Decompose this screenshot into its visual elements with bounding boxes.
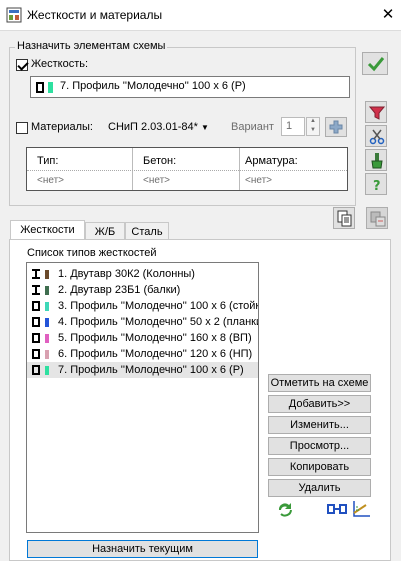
list-item-label: 7. Профиль ''Молодечно'' 100 х 6 (Р) — [58, 364, 244, 376]
color-swatch — [45, 350, 49, 359]
brush-icon — [371, 153, 383, 169]
cut-button[interactable] — [365, 125, 387, 147]
app-icon — [6, 7, 22, 23]
table-value-rebar: <нет> — [245, 175, 273, 186]
stiffness-list-title: Список типов жесткостей — [27, 247, 157, 259]
ok-button[interactable] — [362, 52, 388, 75]
material-table: Тип: Бетон: Арматура: <нет> <нет> <нет> — [26, 147, 348, 191]
i-beam-icon — [32, 285, 40, 295]
variant-spinner[interactable]: ▲ ▼ — [306, 117, 320, 136]
materials-norm-value: СНиП 2.03.01-84* — [108, 121, 198, 133]
tab-stiffness-label: Жесткости — [20, 224, 75, 236]
table-header-concrete: Бетон: — [143, 155, 177, 167]
section-icon — [327, 504, 347, 514]
list-item[interactable]: 2. Двутавр 23Б1 (балки) — [27, 282, 258, 298]
materials-label: Материалы: — [31, 121, 93, 133]
add-button[interactable]: Добавить>> — [268, 395, 371, 413]
paste-button[interactable] — [366, 207, 388, 229]
mark-on-scheme-button[interactable]: Отметить на схеме — [268, 374, 371, 392]
stiffness-label: Жесткость: — [31, 58, 89, 70]
title-bar: Жесткости и материалы ✕ — [0, 0, 401, 31]
tab-rc-label: Ж/Б — [94, 226, 116, 238]
table-value-concrete: <нет> — [143, 175, 171, 186]
assign-group-legend: Назначить элементам схемы — [15, 40, 168, 52]
add-material-button[interactable] — [325, 117, 347, 137]
plus-icon — [329, 120, 343, 134]
stiffness-value: 7. Профиль ''Молодечно'' 100 х 6 (Р) — [60, 80, 246, 92]
axes-icon — [353, 501, 370, 517]
spin-down-icon: ▼ — [310, 127, 316, 133]
table-header-rebar: Арматура: — [245, 155, 298, 167]
stiffness-field[interactable]: 7. Профиль ''Молодечно'' 100 х 6 (Р) — [30, 76, 350, 98]
stiffness-checkbox[interactable] — [16, 59, 28, 71]
color-swatch — [45, 366, 49, 375]
brush-button[interactable] — [365, 149, 387, 171]
refresh-button[interactable] — [276, 501, 294, 517]
scissors-icon — [369, 129, 385, 145]
assign-current-button[interactable]: Назначить текущим — [27, 540, 258, 558]
close-button[interactable]: ✕ — [380, 5, 396, 23]
list-item-selected[interactable]: 7. Профиль ''Молодечно'' 100 х 6 (Р) — [27, 362, 258, 378]
i-beam-icon — [32, 269, 40, 279]
view-button[interactable]: Просмотр... — [268, 437, 371, 455]
filter-button[interactable] — [365, 101, 387, 123]
table-header-type: Тип: — [37, 155, 59, 167]
variant-value: 1 — [286, 120, 293, 132]
list-item[interactable]: 6. Профиль ''Молодечно'' 120 х 6 (НП) — [27, 346, 258, 362]
filter-icon — [369, 106, 385, 120]
box-profile-icon — [32, 333, 40, 343]
materials-norm-dropdown[interactable]: СНиП 2.03.01-84* ▼ — [108, 121, 209, 133]
spin-up-icon: ▲ — [310, 118, 316, 124]
delete-button[interactable]: Удалить — [268, 479, 371, 497]
box-profile-icon — [32, 349, 40, 359]
list-item[interactable]: 5. Профиль ''Молодечно'' 160 х 8 (ВП) — [27, 330, 258, 346]
chevron-down-icon: ▼ — [200, 123, 209, 132]
edit-button[interactable]: Изменить... — [268, 416, 371, 434]
stiffness-color-icon — [48, 82, 53, 93]
refresh-icon — [278, 503, 292, 517]
paste-icon — [370, 211, 386, 227]
list-item-label: 3. Профиль ''Молодечно'' 100 х 6 (стойк — [58, 300, 259, 312]
color-swatch — [45, 318, 49, 327]
list-item-label: 4. Профиль ''Молодечно'' 50 х 2 (планки) — [58, 316, 259, 328]
check-icon — [367, 57, 385, 72]
list-item-label: 5. Профиль ''Молодечно'' 160 х 8 (ВП) — [58, 332, 252, 344]
box-profile-icon — [32, 365, 40, 375]
tab-stiffness[interactable]: Жесткости — [10, 220, 85, 240]
box-profile-icon — [32, 317, 40, 327]
box-profile-icon — [32, 301, 40, 311]
help-icon: ? — [373, 179, 381, 193]
box-profile-icon — [36, 82, 44, 93]
list-item-label: 6. Профиль ''Молодечно'' 120 х 6 (НП) — [58, 348, 253, 360]
table-value-type: <нет> — [37, 175, 65, 186]
copy-icon — [337, 210, 352, 227]
svg-text:?: ? — [373, 179, 381, 193]
copy-type-button[interactable]: Копировать — [268, 458, 371, 476]
materials-checkbox[interactable] — [16, 122, 28, 134]
copy-button[interactable] — [333, 207, 355, 229]
stiffness-list[interactable]: 1. Двутавр 30К2 (Колонны) 2. Двутавр 23Б… — [26, 262, 259, 533]
variant-input[interactable]: 1 — [281, 117, 305, 136]
color-swatch — [45, 334, 49, 343]
tab-steel-label: Сталь — [131, 226, 163, 238]
window-title: Жесткости и материалы — [27, 8, 163, 22]
tab-steel[interactable]: Сталь — [125, 222, 169, 240]
list-item[interactable]: 1. Двутавр 30К2 (Колонны) — [27, 266, 258, 282]
list-item[interactable]: 3. Профиль ''Молодечно'' 100 х 6 (стойк — [27, 298, 258, 314]
list-item-label: 2. Двутавр 23Б1 (балки) — [58, 284, 181, 296]
section-button[interactable] — [327, 501, 347, 517]
tab-reinforced-concrete[interactable]: Ж/Б — [85, 222, 125, 240]
help-button[interactable]: ? — [365, 173, 387, 195]
axes-button[interactable] — [351, 500, 371, 518]
variant-label: Вариант — [231, 121, 274, 133]
color-swatch — [45, 286, 49, 295]
list-item[interactable]: 4. Профиль ''Молодечно'' 50 х 2 (планки) — [27, 314, 258, 330]
list-item-label: 1. Двутавр 30К2 (Колонны) — [58, 268, 195, 280]
color-swatch — [45, 270, 49, 279]
color-swatch — [45, 302, 49, 311]
